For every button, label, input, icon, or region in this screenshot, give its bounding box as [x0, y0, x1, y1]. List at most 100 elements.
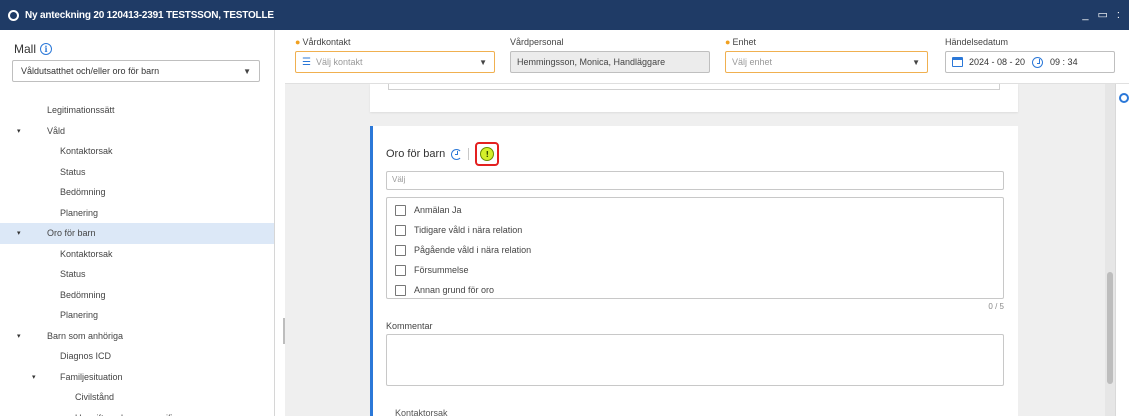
checkbox[interactable]	[395, 204, 406, 216]
template-tree: Legitimationssätt ▾ Våld Kontaktorsak Status…	[0, 100, 274, 416]
window-title: Ny anteckning 20 120413-2391 TESTSSON, T…	[25, 9, 274, 21]
tree-item[interactable]: Bedömning	[0, 182, 274, 203]
tree-item-label: Status	[60, 269, 86, 280]
tree-item[interactable]: Bedömning	[0, 285, 274, 306]
calendar-icon[interactable]	[952, 57, 963, 67]
expand-chevron-icon[interactable]: ▾	[17, 127, 21, 135]
vardpersonal-value: Hemmingsson, Monica, Handläggare	[510, 51, 710, 73]
template-sidebar: Mall i Våldutsatthet och/eller oro för b…	[0, 30, 275, 416]
enhet-label: ● Enhet	[725, 37, 756, 47]
option-label: Tidigare våld i nära relation	[414, 225, 523, 235]
kommentar-textarea[interactable]	[386, 334, 1004, 386]
mall-label: Mall i	[14, 42, 53, 56]
option-item[interactable]: Försummelse	[387, 260, 1003, 280]
enhet-label-text: Enhet	[732, 37, 756, 47]
tree-item[interactable]: Planering	[0, 203, 274, 224]
highlight-box: !	[475, 142, 500, 166]
chevron-down-icon: ▼	[243, 67, 251, 76]
selection-counter: 0 / 5	[988, 302, 1004, 311]
divider	[468, 148, 470, 160]
tree-item-label: Diagnos ICD	[60, 351, 112, 362]
mall-select[interactable]: Våldutsatthet och/eller oro för barn ▼	[12, 60, 260, 82]
vardpersonal-label: Vårdpersonal	[510, 37, 564, 47]
form-content-area: Oro för barn ! Välj Anmälan Ja Tidigare v…	[285, 84, 1105, 416]
side-panel-icon[interactable]	[1119, 93, 1129, 103]
kommentar-label: Kommentar	[386, 321, 433, 331]
handelsedatum-label: Händelsedatum	[945, 37, 1009, 47]
tree-item[interactable]: ▾ Familjesituation	[0, 367, 274, 388]
chevron-down-icon: ▼	[479, 58, 487, 67]
tree-item[interactable]: ▾ Barn som anhöriga	[0, 326, 274, 347]
option-item[interactable]: Annan grund för oro	[387, 280, 1003, 300]
tree-item-label: Familjesituation	[60, 371, 123, 382]
checkbox[interactable]	[395, 224, 406, 236]
checkbox[interactable]	[395, 244, 406, 256]
info-icon[interactable]: i	[40, 43, 53, 55]
clock-icon[interactable]	[1032, 56, 1044, 68]
tree-item-label: Kontaktorsak	[60, 146, 113, 157]
vardkontakt-placeholder: Välj kontakt	[315, 57, 363, 67]
next-section-label: Kontaktorsak	[395, 408, 448, 416]
vardkontakt-select[interactable]: ☰ Välj kontakt ▼	[295, 51, 495, 73]
option-label: Anmälan Ja	[414, 205, 462, 215]
expand-chevron-icon[interactable]: ▾	[17, 332, 21, 340]
vardkontakt-label: ● Vårdkontakt	[295, 37, 350, 47]
tree-item-label: Status	[60, 166, 86, 177]
enhet-placeholder: Välj enhet	[732, 57, 773, 67]
options-list: Anmälan Ja Tidigare våld i nära relation P…	[386, 197, 1004, 299]
tree-item-label: Planering	[60, 207, 99, 218]
date-value[interactable]: 2024 - 08 - 20	[969, 57, 1025, 67]
option-label: Pågående våld i nära relation	[414, 245, 532, 255]
tree-item[interactable]: Status	[0, 162, 274, 183]
mall-label-text: Mall	[14, 42, 37, 56]
previous-section-field	[388, 84, 1000, 90]
tree-item-label: Kontaktorsak	[60, 248, 113, 259]
list-icon: ☰	[302, 56, 311, 68]
app-logo-icon	[8, 9, 19, 21]
tree-item-label: Legitimationssätt	[47, 105, 115, 116]
tree-item[interactable]: ▾ Oro för barn	[0, 223, 274, 244]
section-title-text: Oro för barn	[386, 148, 446, 160]
window-controls[interactable]: _ ▭ :	[1082, 8, 1123, 21]
option-item[interactable]: Pågående våld i nära relation	[387, 240, 1003, 260]
option-item[interactable]: Anmälan Ja	[387, 200, 1003, 220]
tree-item-label: Planering	[60, 310, 99, 321]
history-icon[interactable]	[451, 148, 463, 160]
window-titlebar: Ny anteckning 20 120413-2391 TESTSSON, T…	[0, 0, 1129, 30]
tree-item[interactable]: Kontaktorsak	[0, 141, 274, 162]
previous-section-card	[370, 84, 1018, 112]
tree-item[interactable]: Status	[0, 264, 274, 285]
tree-item[interactable]: Diagnos ICD	[0, 346, 274, 367]
options-filter-input[interactable]: Välj	[386, 171, 1004, 190]
expand-chevron-icon[interactable]: ▾	[17, 229, 21, 237]
option-label: Annan grund för oro	[414, 285, 495, 295]
tree-item[interactable]: Planering	[0, 305, 274, 326]
tree-item-label: Oro för barn	[47, 228, 96, 239]
tree-item-label: Civilstånd	[75, 392, 115, 403]
expand-chevron-icon[interactable]: ▾	[32, 373, 36, 381]
scrollbar-thumb[interactable]	[1107, 272, 1113, 384]
tree-item-label: Bedömning	[60, 187, 106, 198]
tree-item[interactable]: ▾ Våld	[0, 121, 274, 142]
alert-icon[interactable]: !	[480, 147, 495, 161]
vardkontakt-label-text: Vårdkontakt	[302, 37, 351, 47]
vardpersonal-value-text: Hemmingsson, Monica, Handläggare	[517, 57, 666, 67]
tree-item-label: Bedömning	[60, 289, 106, 300]
tree-item-label: Våld	[47, 125, 66, 136]
time-value[interactable]: 09 : 34	[1050, 57, 1078, 67]
checkbox[interactable]	[395, 264, 406, 276]
header-fields: ● Vårdkontakt ☰ Välj kontakt ▼ Vårdperson…	[285, 30, 1129, 84]
tree-item[interactable]: Kontaktorsak	[0, 244, 274, 265]
tree-item[interactable]: Civilstånd	[0, 387, 274, 408]
mall-select-value: Våldutsatthet och/eller oro för barn	[21, 66, 160, 76]
enhet-select[interactable]: Välj enhet ▼	[725, 51, 928, 73]
handelsedatum-input[interactable]: 2024 - 08 - 20 09 : 34	[945, 51, 1115, 73]
content-scrollbar[interactable]	[1105, 84, 1115, 416]
required-dot-icon: ●	[725, 37, 731, 47]
chevron-down-icon: ▼	[912, 58, 920, 67]
checkbox[interactable]	[395, 284, 406, 296]
option-item[interactable]: Tidigare våld i nära relation	[387, 220, 1003, 240]
oro-for-barn-section: Oro för barn ! Välj Anmälan Ja Tidigare v…	[370, 126, 1018, 416]
tree-item[interactable]: Legitimationssätt	[0, 100, 274, 121]
tree-item[interactable]: Uppgift om barn - specificeras u...	[0, 408, 274, 416]
